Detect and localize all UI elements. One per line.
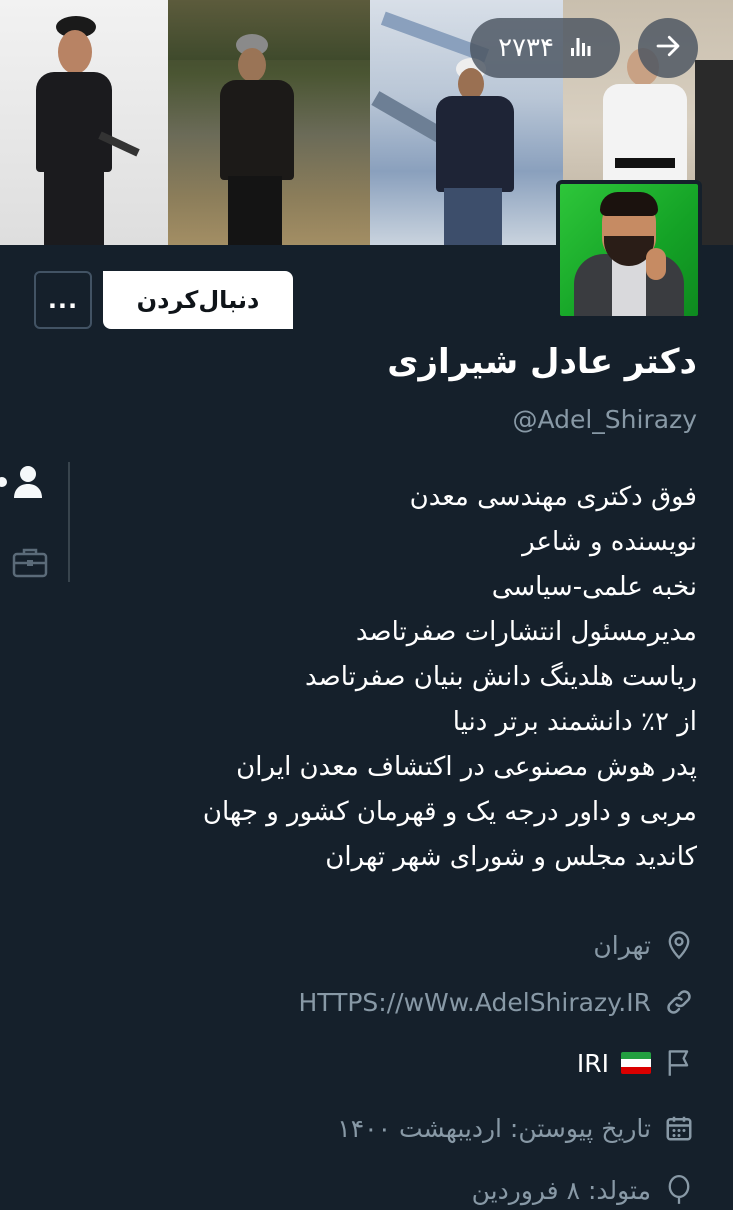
location-text: تهران bbox=[593, 930, 651, 960]
bio-line: از ۲٪ دانشمند برتر دنیا bbox=[452, 707, 697, 737]
bio-line: ریاست هلدینگ دانش بنیان صفرتاصد bbox=[305, 662, 697, 692]
display-name: دکتر عادل شیرازی bbox=[387, 342, 697, 382]
more-icon: ... bbox=[47, 286, 79, 314]
country-text: IRI bbox=[576, 1048, 609, 1078]
bio-line: مربی و داور درجه یک و قهرمان کشور و جهان bbox=[202, 797, 697, 827]
more-options-button[interactable]: ... bbox=[34, 271, 92, 329]
follow-button[interactable]: دنبال‌کردن bbox=[103, 271, 293, 329]
link-icon bbox=[663, 986, 695, 1018]
born-row: متولد: ۸ فروردین bbox=[472, 1170, 695, 1210]
bio-line: مدیرمسئول انتشارات صفرتاصد bbox=[355, 617, 697, 647]
flag-icon bbox=[663, 1047, 695, 1079]
banner-photo-2 bbox=[168, 0, 370, 245]
joined-row: تاریخ پیوستن: اردیبهشت ۱۴۰۰ bbox=[337, 1108, 695, 1148]
iran-flag-icon bbox=[621, 1052, 651, 1074]
profile-avatar[interactable] bbox=[556, 180, 702, 320]
joined-date: تاریخ پیوستن: اردیبهشت ۱۴۰۰ bbox=[337, 1113, 651, 1143]
location-pin-icon bbox=[663, 929, 695, 961]
bio-line: نخبه علمی-سیاسی bbox=[491, 572, 697, 602]
country-row: IRI bbox=[577, 1043, 695, 1083]
view-count-pill[interactable]: ۲۷۳۴ bbox=[470, 18, 620, 78]
country-value: IRI bbox=[577, 1049, 651, 1078]
view-count: ۲۷۳۴ bbox=[498, 33, 554, 63]
calendar-icon bbox=[663, 1112, 695, 1144]
briefcase-icon[interactable] bbox=[12, 546, 48, 582]
next-button[interactable] bbox=[638, 18, 698, 78]
bio-line: کاندید مجلس و شورای شهر تهران bbox=[325, 842, 697, 872]
user-handle: @Adel_Shirazy bbox=[512, 405, 697, 434]
banner-photo-1 bbox=[0, 0, 168, 245]
bio-line: فوق دکتری مهندسی معدن bbox=[409, 482, 697, 512]
website-link[interactable]: HTTPS://wWw.AdelShirazy.IR bbox=[298, 988, 651, 1017]
arrow-right-icon bbox=[653, 31, 683, 65]
person-icon[interactable] bbox=[0, 464, 48, 504]
bio-line: پدر هوش مصنوعی در اکتشاف معدن ایران bbox=[236, 752, 697, 782]
bio: فوق دکتری مهندسی معدن نویسنده و شاعر نخب… bbox=[137, 475, 697, 880]
website-row[interactable]: HTTPS://wWw.AdelShirazy.IR bbox=[298, 982, 695, 1022]
balloon-icon bbox=[663, 1174, 695, 1206]
side-tab-bar bbox=[0, 462, 70, 582]
bio-line: نویسنده و شاعر bbox=[522, 527, 697, 557]
born-date: متولد: ۸ فروردین bbox=[471, 1175, 651, 1205]
location-row: تهران bbox=[593, 925, 695, 965]
bar-chart-icon bbox=[568, 34, 592, 62]
